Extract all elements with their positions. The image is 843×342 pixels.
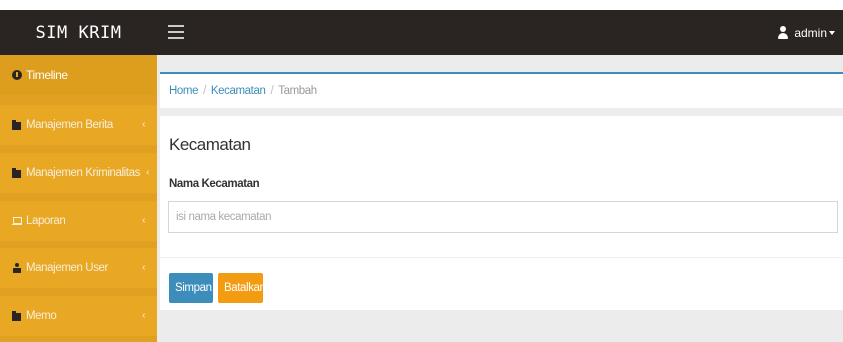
breadcrumb-home-link[interactable]: Home xyxy=(169,85,198,97)
sidebar: Timeline Manajemen Berita ‹ Manajemen Kr… xyxy=(0,55,157,342)
brand-logo[interactable]: SIM KRIM xyxy=(0,10,157,55)
sidebar-item-label: Manajemen User xyxy=(26,262,108,274)
sidebar-item-manajemen-user[interactable]: Manajemen User ‹ xyxy=(0,248,157,288)
cancel-button[interactable]: Batalkan xyxy=(218,273,266,303)
form-box: Kecamatan Nama Kecamatan Simpan Batalkan xyxy=(160,116,843,310)
sidebar-item-timeline[interactable]: Timeline xyxy=(0,55,157,95)
sidebar-item-label: Laporan xyxy=(26,215,66,227)
sidebar-item-label: Manajemen Berita xyxy=(26,119,113,131)
nama-kecamatan-input[interactable] xyxy=(168,201,838,233)
sidebar-item-laporan[interactable]: Laporan ‹ xyxy=(0,201,157,241)
sidebar-toggle-icon[interactable] xyxy=(165,21,187,43)
chevron-left-icon: ‹ xyxy=(142,119,145,130)
page-title: Kecamatan xyxy=(169,135,251,154)
user-name: admin xyxy=(794,25,827,40)
chevron-left-icon: ‹ xyxy=(146,167,149,178)
sidebar-item-label: Memo xyxy=(26,310,57,322)
sidebar-item-memo[interactable]: Memo ‹ xyxy=(0,296,157,336)
sidebar-item-manajemen-berita[interactable]: Manajemen Berita ‹ xyxy=(0,105,157,145)
sidebar-item-manajemen-kriminalitas[interactable]: Manajemen Kriminalitas ‹ xyxy=(0,153,157,193)
user-menu[interactable]: admin xyxy=(777,10,835,55)
app-window: SIM KRIM admin Timeline Manajemen Berita… xyxy=(0,0,843,342)
laptop-icon xyxy=(12,216,22,226)
field-label: Nama Kecamatan xyxy=(169,178,260,190)
dashboard-icon xyxy=(12,70,22,80)
chevron-left-icon: ‹ xyxy=(142,310,145,321)
save-button[interactable]: Simpan xyxy=(169,273,213,303)
folder-icon xyxy=(12,120,22,130)
sidebar-item-label: Manajemen Kriminalitas xyxy=(26,167,140,179)
folder-icon xyxy=(12,168,22,178)
breadcrumb: Home / Kecamatan / Tambah xyxy=(160,72,843,108)
user-icon xyxy=(777,25,789,40)
divider xyxy=(160,257,843,258)
breadcrumb-current: Tambah xyxy=(278,85,317,97)
chevron-left-icon: ‹ xyxy=(142,262,145,273)
chevron-left-icon: ‹ xyxy=(142,215,145,226)
main-content: Home / Kecamatan / Tambah Kecamatan Nama… xyxy=(157,55,843,342)
top-navbar: SIM KRIM admin xyxy=(0,10,843,55)
user-icon xyxy=(12,263,22,273)
breadcrumb-separator: / xyxy=(270,85,274,97)
folder-icon xyxy=(12,311,22,321)
sidebar-item-label: Timeline xyxy=(26,68,68,82)
breadcrumb-separator: / xyxy=(203,85,206,97)
breadcrumb-kecamatan-link[interactable]: Kecamatan xyxy=(211,85,266,97)
caret-down-icon xyxy=(829,30,835,35)
